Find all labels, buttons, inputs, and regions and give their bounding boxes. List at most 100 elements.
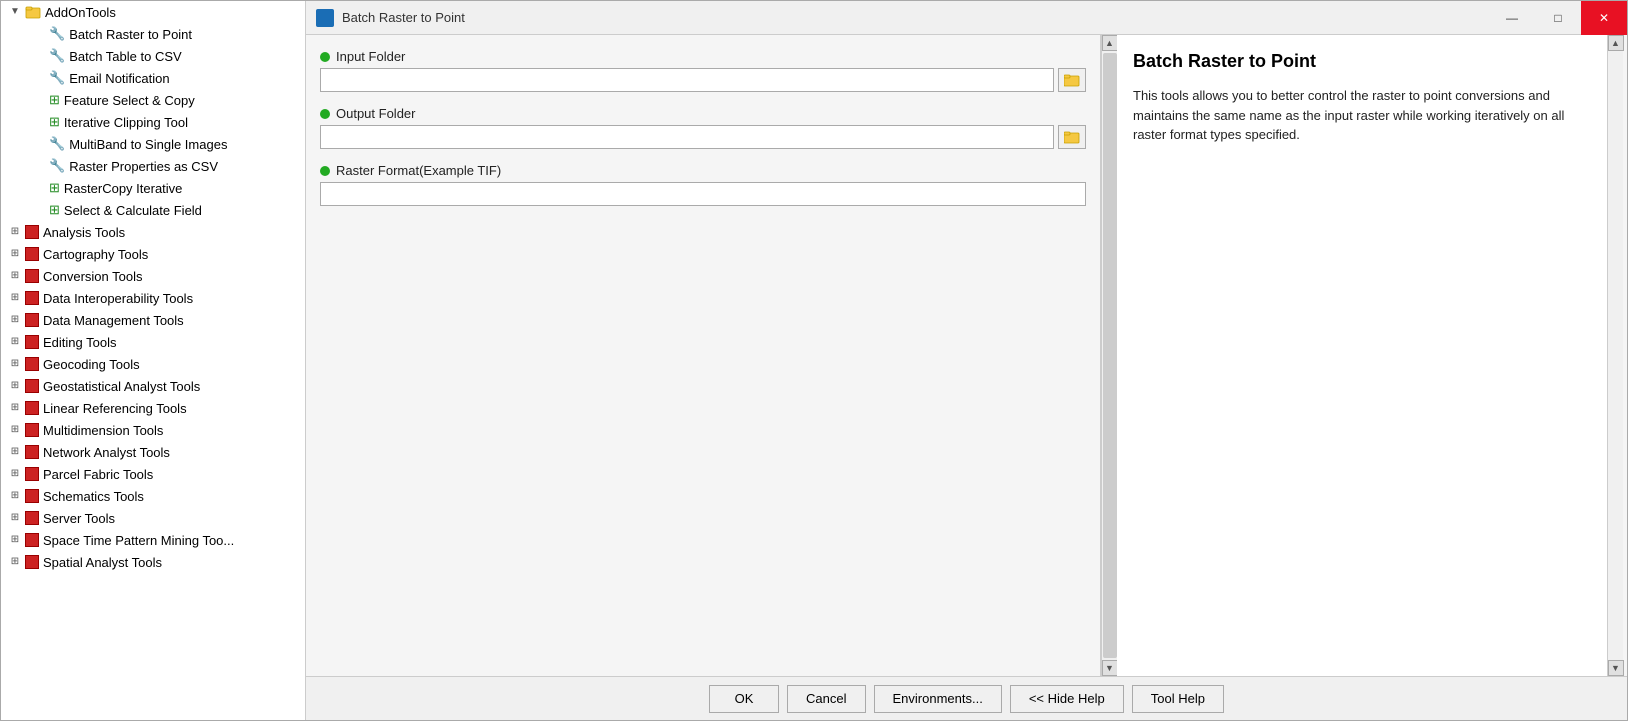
- server-expand: ⊞: [7, 510, 23, 526]
- geocoding-tools-header[interactable]: ⊞ Geocoding Tools: [1, 353, 305, 375]
- input-folder-input[interactable]: [320, 68, 1054, 92]
- conversion-icon: [25, 269, 39, 283]
- help-scroll-up[interactable]: ▲: [1608, 35, 1624, 51]
- maximize-button[interactable]: □: [1535, 1, 1581, 35]
- multidim-label: Multidimension Tools: [43, 423, 163, 438]
- batch-raster-icon: 🔧: [49, 26, 65, 42]
- cartography-tools-header[interactable]: ⊞ Cartography Tools: [1, 243, 305, 265]
- form-area: Input Folder: [306, 35, 1117, 676]
- feature-select-label: Feature Select & Copy: [64, 93, 195, 108]
- tool-help-button[interactable]: Tool Help: [1132, 685, 1224, 713]
- hide-help-button[interactable]: << Hide Help: [1010, 685, 1124, 713]
- minimize-button[interactable]: —: [1489, 1, 1535, 35]
- spatial-expand: ⊞: [7, 554, 23, 570]
- analysis-icon: [25, 225, 39, 239]
- raster-props-icon: 🔧: [49, 158, 65, 174]
- help-title: Batch Raster to Point: [1133, 51, 1591, 72]
- tree-item-select-calc[interactable]: ⊞ Select & Calculate Field: [1, 199, 305, 221]
- network-label: Network Analyst Tools: [43, 445, 170, 460]
- help-scrollbar[interactable]: ▲ ▼: [1607, 35, 1623, 676]
- linear-ref-header[interactable]: ⊞ Linear Referencing Tools: [1, 397, 305, 419]
- raster-format-required-dot: [320, 166, 330, 176]
- raster-format-input-row: [320, 182, 1086, 206]
- network-analyst-header[interactable]: ⊞ Network Analyst Tools: [1, 441, 305, 463]
- ok-button[interactable]: OK: [709, 685, 779, 713]
- scroll-down-arrow[interactable]: ▼: [1102, 660, 1118, 676]
- multiband-label: MultiBand to Single Images: [69, 137, 227, 152]
- spatial-icon: [25, 555, 39, 569]
- server-label: Server Tools: [43, 511, 115, 526]
- space-time-header[interactable]: ⊞ Space Time Pattern Mining Too...: [1, 529, 305, 551]
- raster-copy-icon: ⊞: [49, 180, 60, 196]
- analysis-tools-header[interactable]: ⊞ Analysis Tools: [1, 221, 305, 243]
- editing-expand: ⊞: [7, 334, 23, 350]
- network-icon: [25, 445, 39, 459]
- main-content: Batch Raster to Point — □ ✕ Input Folder: [306, 1, 1627, 720]
- multidim-header[interactable]: ⊞ Multidimension Tools: [1, 419, 305, 441]
- tree-item-iterative-clip[interactable]: ⊞ Iterative Clipping Tool: [1, 111, 305, 133]
- space-time-icon: [25, 533, 39, 547]
- left-panel: ▼ AddOnTools 🔧 Batch Raster to Point 🔧 B…: [1, 1, 306, 720]
- raster-format-input[interactable]: [320, 182, 1086, 206]
- input-folder-required-dot: [320, 52, 330, 62]
- data-mgmt-icon: [25, 313, 39, 327]
- scroll-up-arrow[interactable]: ▲: [1102, 35, 1118, 51]
- dialog-body: Input Folder: [306, 35, 1627, 676]
- geocoding-label: Geocoding Tools: [43, 357, 140, 372]
- geocoding-expand: ⊞: [7, 356, 23, 372]
- output-folder-required-dot: [320, 109, 330, 119]
- parcel-icon: [25, 467, 39, 481]
- addon-folder-icon: [25, 4, 41, 20]
- geostat-tools-header[interactable]: ⊞ Geostatistical Analyst Tools: [1, 375, 305, 397]
- conversion-tools-header[interactable]: ⊞ Conversion Tools: [1, 265, 305, 287]
- raster-format-label-row: Raster Format(Example TIF): [320, 163, 1086, 178]
- tree-item-raster-copy[interactable]: ⊞ RasterCopy Iterative: [1, 177, 305, 199]
- server-tools-header[interactable]: ⊞ Server Tools: [1, 507, 305, 529]
- analysis-expand: ⊞: [7, 224, 23, 240]
- window-controls: — □ ✕: [1489, 1, 1627, 35]
- parcel-fabric-header[interactable]: ⊞ Parcel Fabric Tools: [1, 463, 305, 485]
- browse-folder-icon-2: [1064, 130, 1080, 144]
- input-folder-input-row: [320, 68, 1086, 92]
- editing-label: Editing Tools: [43, 335, 116, 350]
- data-mgmt-header[interactable]: ⊞ Data Management Tools: [1, 309, 305, 331]
- analysis-label: Analysis Tools: [43, 225, 125, 240]
- linear-ref-icon: [25, 401, 39, 415]
- linear-ref-expand: ⊞: [7, 400, 23, 416]
- select-calc-icon: ⊞: [49, 202, 60, 218]
- tree-item-batch-raster[interactable]: 🔧 Batch Raster to Point: [1, 23, 305, 45]
- output-folder-input-row: [320, 125, 1086, 149]
- help-panel: Batch Raster to Point This tools allows …: [1117, 35, 1607, 676]
- cancel-button[interactable]: Cancel: [787, 685, 865, 713]
- editing-icon: [25, 335, 39, 349]
- tree-item-feature-select[interactable]: ⊞ Feature Select & Copy: [1, 89, 305, 111]
- browse-folder-icon: [1064, 73, 1080, 87]
- output-folder-input[interactable]: [320, 125, 1054, 149]
- form-scrollbar[interactable]: ▲ ▼: [1101, 35, 1117, 676]
- output-folder-browse-button[interactable]: [1058, 125, 1086, 149]
- tree-item-batch-table[interactable]: 🔧 Batch Table to CSV: [1, 45, 305, 67]
- output-folder-group: Output Folder: [320, 106, 1086, 149]
- input-folder-browse-button[interactable]: [1058, 68, 1086, 92]
- toolboxes-list: ⊞ Analysis Tools ⊞ Cartography Tools ⊞ C…: [1, 221, 305, 573]
- cartography-expand: ⊞: [7, 246, 23, 262]
- schematics-header[interactable]: ⊞ Schematics Tools: [1, 485, 305, 507]
- dialog-title: Batch Raster to Point: [342, 10, 1617, 25]
- help-scroll-down[interactable]: ▼: [1608, 660, 1624, 676]
- spatial-label: Spatial Analyst Tools: [43, 555, 162, 570]
- tree-item-email[interactable]: 🔧 Email Notification: [1, 67, 305, 89]
- editing-tools-header[interactable]: ⊞ Editing Tools: [1, 331, 305, 353]
- close-button[interactable]: ✕: [1581, 1, 1627, 35]
- spatial-analyst-header[interactable]: ⊞ Spatial Analyst Tools: [1, 551, 305, 573]
- data-interop-icon: [25, 291, 39, 305]
- tree-item-raster-props[interactable]: 🔧 Raster Properties as CSV: [1, 155, 305, 177]
- addon-tools-header[interactable]: ▼ AddOnTools: [1, 1, 305, 23]
- data-interop-label: Data Interoperability Tools: [43, 291, 193, 306]
- tree-item-multiband[interactable]: 🔧 MultiBand to Single Images: [1, 133, 305, 155]
- raster-format-label: Raster Format(Example TIF): [336, 163, 501, 178]
- scroll-thumb[interactable]: [1103, 53, 1117, 658]
- environments-button[interactable]: Environments...: [874, 685, 1002, 713]
- cartography-icon: [25, 247, 39, 261]
- output-folder-label-row: Output Folder: [320, 106, 1086, 121]
- data-interop-header[interactable]: ⊞ Data Interoperability Tools: [1, 287, 305, 309]
